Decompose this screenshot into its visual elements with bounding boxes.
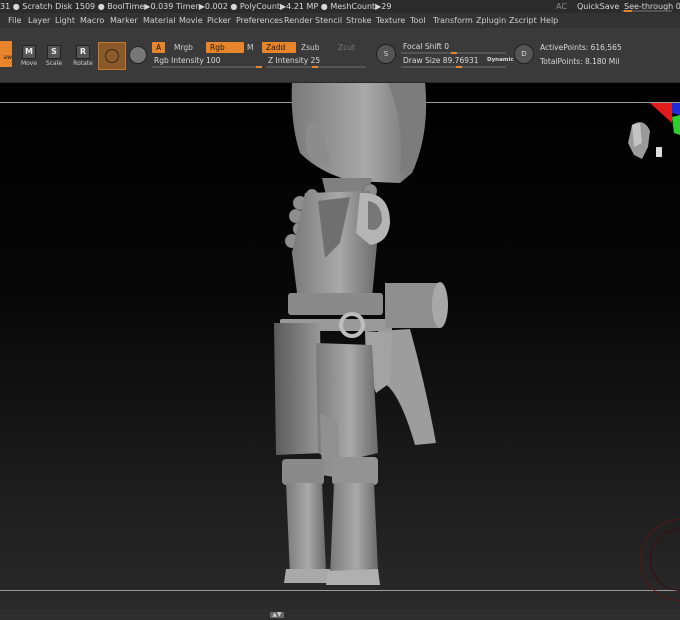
rgb-intensity-label: Rgb Intensity 100 — [154, 56, 221, 65]
draw-button[interactable]: aw — [0, 41, 12, 67]
status-stats: 31 ● Scratch Disk 1509 ● BoolTime▶0.039 … — [0, 2, 392, 11]
menu-transform[interactable]: Transform — [433, 13, 473, 28]
draw-size-label: Draw Size 89.76931 — [403, 56, 479, 65]
brush-icon[interactable] — [98, 42, 126, 70]
dynamic-button[interactable]: Dynamic — [487, 57, 514, 63]
zadd-toggle[interactable]: Zadd — [262, 42, 296, 53]
viewport-guide-bottom — [0, 590, 680, 591]
mrgb-toggle[interactable]: Mrgb — [170, 42, 197, 53]
menu-movie[interactable]: Movie — [179, 13, 203, 28]
menu-preferences[interactable]: Preferences — [236, 13, 283, 28]
navigation-head-icon[interactable] — [620, 103, 680, 183]
menu-render[interactable]: Render — [284, 13, 312, 28]
menu-tool[interactable]: Tool — [410, 13, 426, 28]
title-bar: 31 ● Scratch Disk 1509 ● BoolTime▶0.039 … — [0, 0, 680, 13]
menu-stroke[interactable]: Stroke — [346, 13, 372, 28]
see-through-slider[interactable] — [622, 10, 672, 12]
menu-material[interactable]: Material — [143, 13, 176, 28]
menu-stencil[interactable]: Stencil — [315, 13, 342, 28]
ac-button[interactable]: AC — [556, 0, 567, 13]
stroke-icon[interactable] — [129, 46, 147, 64]
menu-file[interactable]: File — [8, 13, 21, 28]
a-toggle[interactable]: A — [152, 42, 166, 53]
zsub-toggle[interactable]: Zsub — [297, 42, 324, 53]
move-button[interactable]: M Move — [18, 43, 40, 71]
menu-picker[interactable]: Picker — [207, 13, 231, 28]
rotate-button[interactable]: R Rotate — [72, 43, 94, 71]
menu-macro[interactable]: Macro — [80, 13, 104, 28]
scale-icon: S — [47, 45, 61, 59]
menu-help[interactable]: Help — [540, 13, 558, 28]
zcut-toggle[interactable]: Zcut — [334, 42, 359, 53]
character-model[interactable] — [0, 83, 680, 610]
m-toggle[interactable]: M — [243, 42, 257, 53]
focal-icon[interactable]: S — [376, 44, 396, 64]
z-intensity-slider[interactable] — [266, 66, 366, 68]
rgb-intensity-slider[interactable] — [152, 66, 262, 68]
menu-zplugin[interactable]: Zplugin — [476, 13, 506, 28]
menu-marker[interactable]: Marker — [110, 13, 138, 28]
tray-toggle-icon[interactable]: ▲▼ — [270, 612, 284, 618]
rotate-icon: R — [76, 45, 90, 59]
scale-button[interactable]: S Scale — [43, 43, 65, 71]
rgb-toggle[interactable]: Rgb — [206, 42, 244, 53]
bottom-tray: ▲▼ — [0, 610, 680, 620]
draw-size-slider[interactable] — [401, 66, 506, 68]
focal-shift-label: Focal Shift 0 — [403, 42, 450, 51]
menu-layer[interactable]: Layer — [28, 13, 50, 28]
menu-bar: File Layer Light Macro Marker Material M… — [0, 13, 680, 28]
focal-shift-slider[interactable] — [401, 52, 506, 54]
menu-zscript[interactable]: Zscript — [509, 13, 537, 28]
canvas-viewport[interactable] — [0, 83, 680, 610]
z-intensity-label: Z Intensity 25 — [268, 56, 321, 65]
active-points: ActivePoints: 616,565 — [540, 43, 622, 52]
move-icon: M — [22, 45, 36, 59]
menu-light[interactable]: Light — [55, 13, 75, 28]
quicksave-button[interactable]: QuickSave — [577, 0, 619, 13]
dynamic-icon[interactable]: D — [514, 44, 534, 64]
menu-texture[interactable]: Texture — [376, 13, 405, 28]
total-points: TotalPoints: 8.180 Mil — [540, 57, 620, 66]
